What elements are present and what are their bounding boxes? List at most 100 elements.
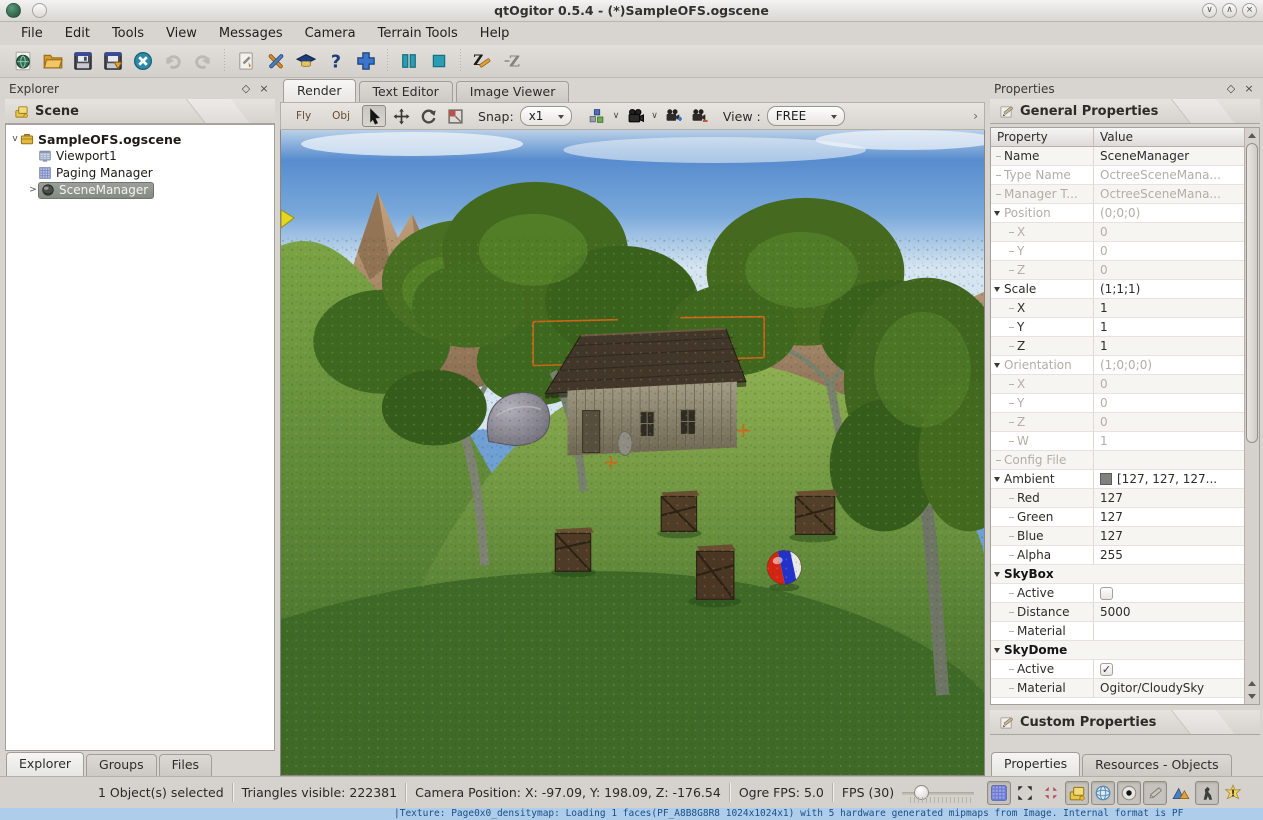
tab-text-editor[interactable]: Text Editor <box>358 81 453 102</box>
property-value-cell[interactable]: 0 <box>1094 375 1244 394</box>
property-row-active[interactable]: Active ✓ <box>991 660 1244 679</box>
property-value-cell[interactable]: 127 <box>1094 508 1244 527</box>
tree-item-sampleofs-ogscene[interactable]: v SampleOFS.ogscene <box>6 131 274 147</box>
property-row-skybox[interactable]: SkyBox <box>991 565 1244 584</box>
tree-expander[interactable]: v <box>10 134 20 144</box>
tab-properties[interactable]: Properties <box>991 752 1081 776</box>
menu-terrain-tools[interactable]: Terrain Tools <box>367 24 469 43</box>
fps-slider[interactable] <box>902 784 975 803</box>
property-row-z[interactable]: Z0 <box>991 413 1244 432</box>
checkbox-on[interactable]: ✓ <box>1100 662 1113 676</box>
property-value-cell[interactable]: OctreeSceneMana... <box>1094 185 1244 204</box>
add-object-button[interactable] <box>352 47 380 75</box>
property-value-cell[interactable]: 1 <box>1094 337 1244 356</box>
menu-tools[interactable]: Tools <box>101 24 155 43</box>
redo-button[interactable] <box>189 47 217 75</box>
tab-image-viewer[interactable]: Image Viewer <box>455 81 570 102</box>
tab-explorer[interactable]: Explorer <box>6 752 85 776</box>
property-value-cell[interactable]: 1 <box>1094 299 1244 318</box>
scale-tool[interactable] <box>443 105 467 127</box>
property-row-z[interactable]: Z0 <box>991 261 1244 280</box>
close-button[interactable]: × <box>1242 3 1257 18</box>
property-row-y[interactable]: Y0 <box>991 394 1244 413</box>
save-button[interactable] <box>69 47 97 75</box>
column-header-property[interactable]: Property <box>991 128 1094 146</box>
chevron-down-icon[interactable] <box>994 476 1000 482</box>
tab-render[interactable]: Render <box>283 79 356 102</box>
edit-mode-toggle[interactable] <box>1143 780 1168 805</box>
property-value-cell[interactable]: 127 <box>1094 527 1244 546</box>
open-scene-button[interactable] <box>9 47 37 75</box>
tree-item-viewport1[interactable]: Viewport1 <box>6 148 274 164</box>
property-row-w[interactable]: W1 <box>991 432 1244 451</box>
camera-mode-tool-dropdown[interactable]: ∨ <box>651 111 658 121</box>
tree-expander[interactable]: > <box>28 185 38 195</box>
property-value-cell[interactable]: 0 <box>1094 242 1244 261</box>
contract-view-button[interactable] <box>1039 781 1063 805</box>
select-tool[interactable] <box>362 105 387 127</box>
move-tool[interactable] <box>389 105 413 127</box>
chevron-down-icon[interactable] <box>994 571 1000 577</box>
rotate-tool[interactable] <box>416 105 440 127</box>
property-value-cell[interactable] <box>1094 584 1244 603</box>
property-row-x[interactable]: X1 <box>991 299 1244 318</box>
undo-button[interactable] <box>159 47 187 75</box>
property-row-skydome[interactable]: SkyDome <box>991 641 1244 660</box>
property-value-cell[interactable]: 127 <box>1094 489 1244 508</box>
help-contents-button[interactable] <box>292 47 320 75</box>
properties-scrollbar[interactable] <box>1244 128 1259 704</box>
chevron-down-icon[interactable] <box>994 210 1000 216</box>
chevron-down-icon[interactable] <box>994 286 1000 292</box>
explorer-float-button[interactable]: ◇ <box>239 82 253 96</box>
maximize-button[interactable]: ∧ <box>1222 3 1237 18</box>
property-value-cell[interactable] <box>1094 451 1244 470</box>
stop-button[interactable] <box>425 47 453 75</box>
object-display-tool-dropdown[interactable]: ∨ <box>613 111 620 121</box>
z-order-button[interactable]: Z <box>498 47 526 75</box>
camera-mode-tool[interactable] <box>623 105 647 127</box>
tab-resources-objects[interactable]: Resources - Objects <box>1082 754 1232 776</box>
obj-mode-button[interactable]: Obj <box>323 106 359 126</box>
property-row-green[interactable]: Green 127 <box>991 508 1244 527</box>
scene-group-header[interactable]: Scene <box>5 99 275 124</box>
property-row-ambient[interactable]: Ambient [127, 127, 127... <box>991 470 1244 489</box>
property-value-cell[interactable]: 1 <box>1094 432 1244 451</box>
general-properties-header[interactable]: General Properties <box>990 99 1260 124</box>
custom-properties-header[interactable]: Custom Properties <box>990 710 1260 735</box>
scene-hierarchy-toggle[interactable] <box>1065 780 1090 805</box>
property-value-cell[interactable]: [127, 127, 127... <box>1094 470 1244 489</box>
chevron-down-icon[interactable] <box>994 647 1000 653</box>
property-row-x[interactable]: X0 <box>991 375 1244 394</box>
scene-options-button[interactable] <box>232 47 260 75</box>
save-as-button[interactable] <box>99 47 127 75</box>
menu-edit[interactable]: Edit <box>54 24 101 43</box>
menu-messages[interactable]: Messages <box>208 24 294 43</box>
expand-view-button[interactable] <box>1013 781 1037 805</box>
property-value-cell[interactable]: 0 <box>1094 413 1244 432</box>
property-value-cell[interactable]: 0 <box>1094 261 1244 280</box>
walk-mode-toggle[interactable] <box>1195 780 1220 805</box>
properties-close-button[interactable]: × <box>1242 82 1256 96</box>
scroll-up-button[interactable] <box>1246 129 1258 142</box>
explorer-close-button[interactable]: × <box>257 82 271 96</box>
fly-mode-button[interactable]: Fly <box>287 106 320 126</box>
tab-groups[interactable]: Groups <box>86 754 157 776</box>
tree-item-scenemanager[interactable]: > SceneManager <box>6 181 274 199</box>
property-value-cell[interactable]: 255 <box>1094 546 1244 565</box>
camera-add-tool[interactable] <box>662 105 686 127</box>
focus-toggle[interactable] <box>1117 780 1142 805</box>
tree-item-paging-manager[interactable]: Paging Manager <box>6 165 274 181</box>
shade-button[interactable]: ∨ <box>1202 3 1217 18</box>
property-value-cell[interactable]: 5000 <box>1094 603 1244 622</box>
property-row-orientation[interactable]: Orientation (1;0;0;0) <box>991 356 1244 375</box>
open-folder-button[interactable] <box>39 47 67 75</box>
property-row-position[interactable]: Position (0;0;0) <box>991 204 1244 223</box>
property-value-cell[interactable]: (1;0;0;0) <box>1094 356 1244 375</box>
checkbox-off[interactable] <box>1100 586 1113 600</box>
property-value-cell[interactable] <box>1094 622 1244 641</box>
menu-view[interactable]: View <box>155 24 208 43</box>
property-value-cell[interactable]: Ogitor/CloudySky <box>1094 679 1244 698</box>
snap-combo[interactable]: x1 <box>519 106 572 126</box>
property-row-active[interactable]: Active <box>991 584 1244 603</box>
property-row-material[interactable]: Material <box>991 622 1244 641</box>
